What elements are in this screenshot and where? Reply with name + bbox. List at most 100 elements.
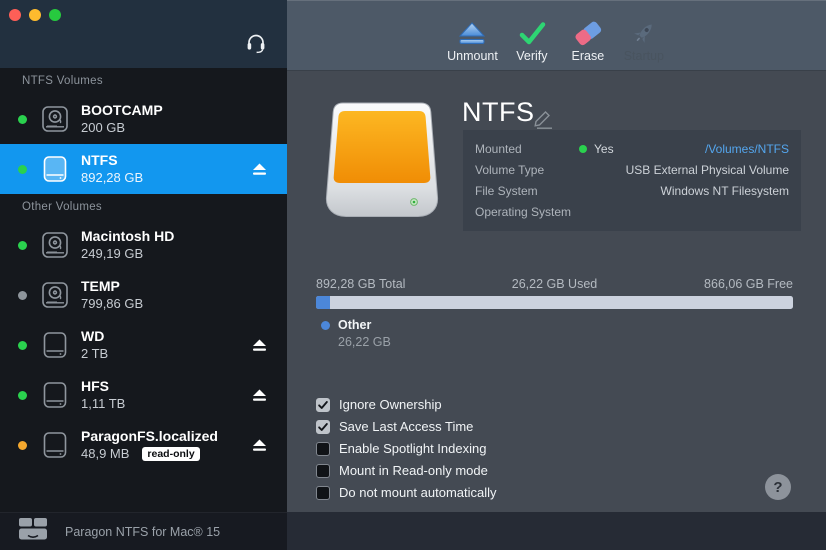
headset-icon: [244, 42, 268, 57]
mounted-status-dot: [579, 145, 587, 153]
info-value: USB External Physical Volume: [626, 163, 789, 177]
sidebar-titlebar: [0, 0, 287, 68]
toolbar-label: Erase: [572, 49, 605, 63]
volume-size: 892,28 GB: [81, 169, 143, 186]
minimize-button[interactable]: [29, 9, 41, 21]
unmount-button[interactable]: Unmount: [443, 17, 502, 65]
usage-free: 866,06 GB Free: [634, 277, 793, 291]
external-drive-icon: [41, 155, 69, 183]
volume-info-panel: Mounted Yes /Volumes/NTFS Volume Type US…: [463, 130, 801, 231]
checkbox[interactable]: [316, 486, 330, 500]
info-label: Operating System: [475, 205, 579, 219]
info-label: Volume Type: [475, 163, 579, 177]
info-label: Mounted: [475, 142, 579, 156]
status-dot: [18, 115, 27, 124]
option-do-not-mount-automatically[interactable]: Do not mount automatically: [316, 485, 497, 500]
option-label: Ignore Ownership: [339, 397, 442, 412]
support-button[interactable]: [244, 30, 268, 57]
toolbar: Unmount Verify: [287, 0, 826, 71]
option-mount-in-read-only-mode[interactable]: Mount in Read-only mode: [316, 463, 497, 478]
usage-used: 26,22 GB Used: [475, 277, 634, 291]
volume-detail: NTFS Mounted Yes /Volumes/NTFS: [287, 71, 826, 512]
external-drive-icon: [41, 431, 69, 459]
eject-icon[interactable]: [250, 437, 269, 454]
checkbox[interactable]: [316, 464, 330, 478]
sidebar: NTFS Volumes BOOTCAMP 200 GB: [0, 0, 287, 550]
eraser-icon: [572, 19, 604, 46]
status-dot: [18, 441, 27, 450]
mounted-status: Yes: [579, 142, 614, 156]
status-dot: [18, 241, 27, 250]
volume-size: 799,86 GB: [81, 295, 143, 312]
verify-button[interactable]: Verify: [506, 17, 558, 65]
status-dot: [18, 341, 27, 350]
option-save-last-access-time[interactable]: Save Last Access Time: [316, 419, 497, 434]
volume-title: NTFS: [462, 97, 535, 128]
close-button[interactable]: [9, 9, 21, 21]
checkbox[interactable]: [316, 420, 330, 434]
eject-icon[interactable]: [250, 387, 269, 404]
main-area: Unmount Verify: [287, 0, 826, 550]
option-enable-spotlight-indexing[interactable]: Enable Spotlight Indexing: [316, 441, 497, 456]
volume-name: WD: [81, 328, 250, 345]
volume-row-paragonfs[interactable]: ParagonFS.localized 48,9 MBread-only: [0, 420, 287, 470]
checkbox[interactable]: [316, 398, 330, 412]
info-row-mounted: Mounted Yes /Volumes/NTFS: [475, 138, 789, 159]
option-label: Do not mount automatically: [339, 485, 497, 500]
volume-name: BOOTCAMP: [81, 102, 250, 119]
zoom-button[interactable]: [49, 9, 61, 21]
volume-size: 48,9 MB: [81, 445, 129, 462]
info-label: File System: [475, 184, 579, 198]
usage-labels: 892,28 GB Total 26,22 GB Used 866,06 GB …: [316, 277, 793, 291]
disk-stack-icon: [18, 517, 48, 546]
toolbar-label: Verify: [516, 49, 547, 63]
usage-bar-used: [316, 296, 330, 309]
volume-size: 2 TB: [81, 345, 108, 362]
external-drive-icon: [41, 331, 69, 359]
status-dot: [18, 391, 27, 400]
rename-button[interactable]: [532, 109, 554, 132]
option-label: Save Last Access Time: [339, 419, 473, 434]
read-only-badge: read-only: [142, 447, 199, 461]
toolbar-label: Unmount: [447, 49, 498, 63]
rocket-icon: [630, 19, 658, 46]
traffic-lights: [9, 9, 61, 21]
usage-legend: Other 26,22 GB: [316, 317, 391, 351]
volume-name: NTFS: [81, 152, 250, 169]
mount-point-link[interactable]: /Volumes/NTFS: [705, 142, 789, 156]
volume-row-bootcamp[interactable]: BOOTCAMP 200 GB: [0, 94, 287, 144]
info-value: Windows NT Filesystem: [661, 184, 789, 198]
info-row-file-system: File System Windows NT Filesystem: [475, 180, 789, 201]
option-label: Enable Spotlight Indexing: [339, 441, 486, 456]
volume-name: HFS: [81, 378, 250, 395]
volume-size: 200 GB: [81, 119, 125, 136]
toolbar-label: Startup: [624, 49, 664, 63]
volume-row-ntfs[interactable]: NTFS 892,28 GB: [0, 144, 287, 194]
info-row-volume-type: Volume Type USB External Physical Volume: [475, 159, 789, 180]
volume-row-hfs[interactable]: HFS 1,11 TB: [0, 370, 287, 420]
main-footer: [287, 512, 826, 550]
volume-size: 1,11 TB: [81, 395, 125, 412]
legend-size: 26,22 GB: [338, 335, 391, 349]
volume-row-wd[interactable]: WD 2 TB: [0, 320, 287, 370]
mounted-status-text: Yes: [594, 142, 614, 156]
checkbox[interactable]: [316, 442, 330, 456]
unmount-eject-icon: [457, 19, 487, 46]
volume-name: Macintosh HD: [81, 228, 250, 245]
option-ignore-ownership[interactable]: Ignore Ownership: [316, 397, 497, 412]
volume-list: NTFS Volumes BOOTCAMP 200 GB: [0, 68, 287, 512]
checkmark-icon: [517, 19, 547, 46]
eject-icon[interactable]: [250, 161, 269, 178]
internal-drive-icon: [41, 281, 69, 309]
volume-row-macintosh-hd[interactable]: Macintosh HD 249,19 GB: [0, 220, 287, 270]
help-button[interactable]: ?: [765, 474, 791, 500]
app-window: NTFS Volumes BOOTCAMP 200 GB: [0, 0, 826, 550]
info-row-operating-system: Operating System: [475, 201, 789, 222]
erase-button[interactable]: Erase: [562, 17, 614, 65]
section-header-ntfs-volumes: NTFS Volumes: [0, 75, 287, 91]
eject-icon[interactable]: [250, 337, 269, 354]
volume-row-temp[interactable]: TEMP 799,86 GB: [0, 270, 287, 320]
option-label: Mount in Read-only mode: [339, 463, 488, 478]
startup-button[interactable]: Startup: [618, 17, 670, 65]
usage-bar: [316, 296, 793, 309]
